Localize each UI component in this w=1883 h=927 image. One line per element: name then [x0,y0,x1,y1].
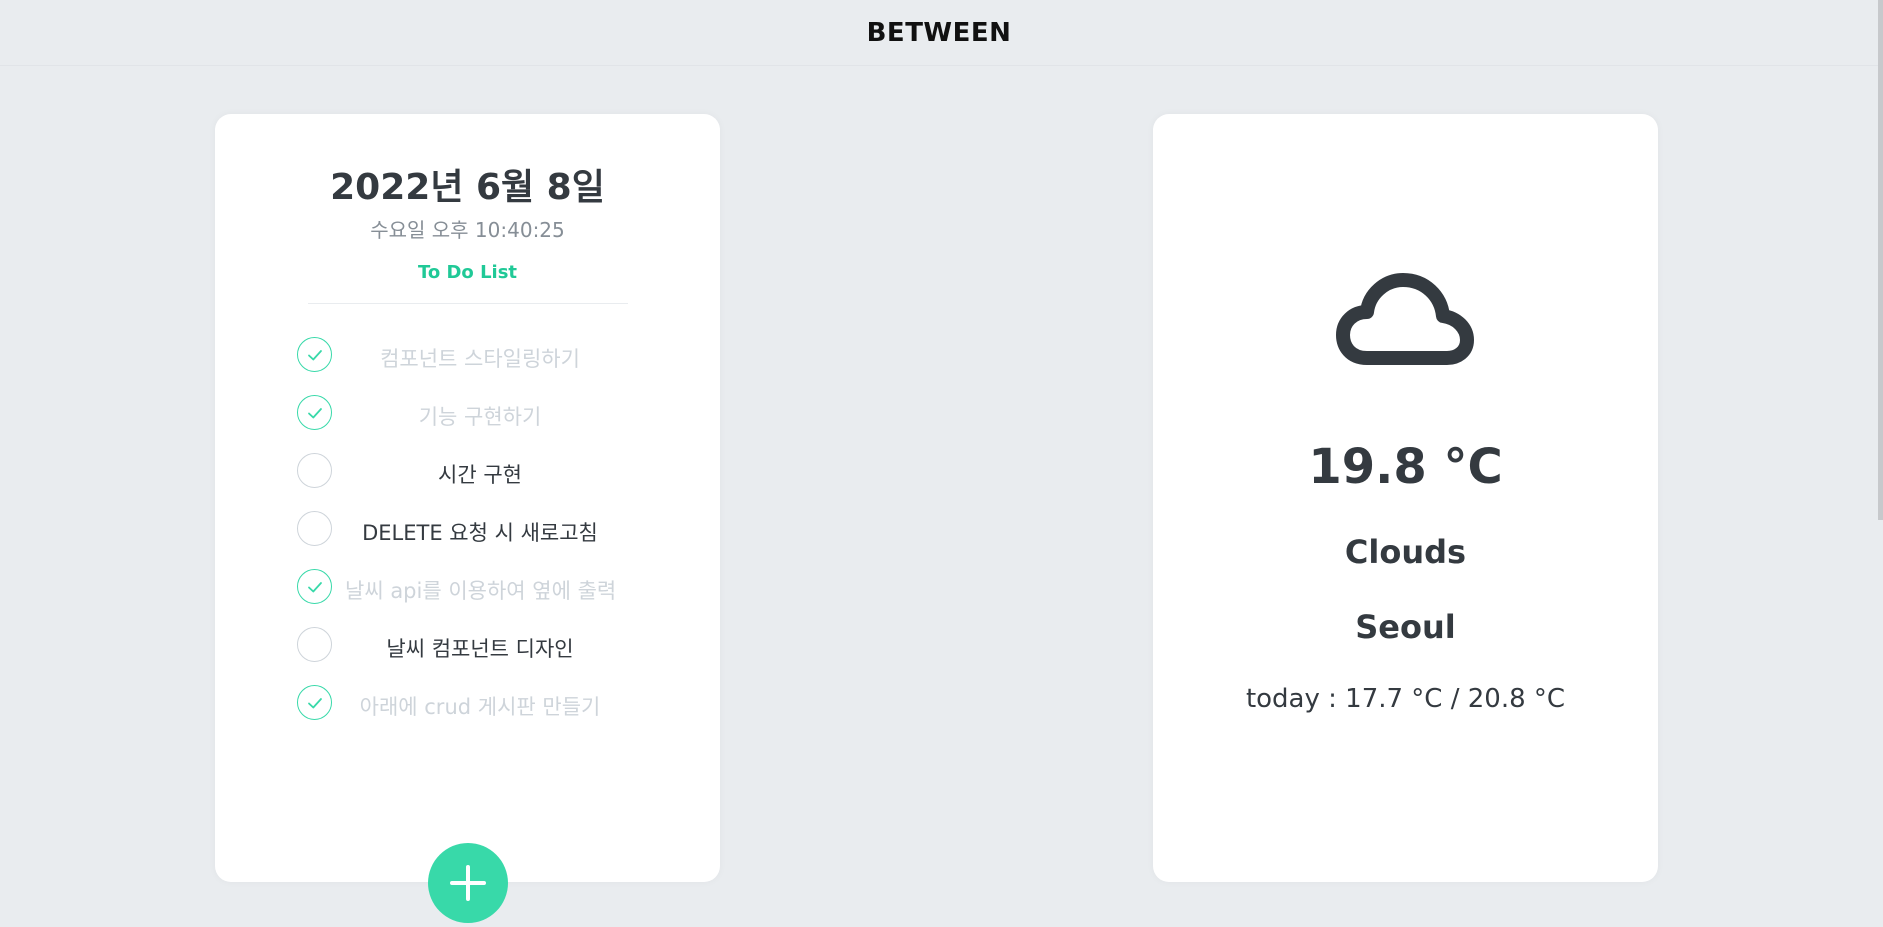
todo-item-text: 아래에 crud 게시판 만들기 [359,695,601,719]
app-title: BETWEEN [866,17,1012,48]
todo-day-time: 수요일 오후 10:40:25 [370,218,565,242]
todo-check-toggle[interactable] [297,511,332,546]
todo-item[interactable]: 날씨 컴포넌트 디자인 [215,625,720,665]
todo-date: 2022년 6월 8일 [330,167,605,208]
city-name: Seoul [1355,608,1456,646]
check-icon [307,581,322,592]
page: BETWEEN 2022년 6월 8일 수요일 오후 10:40:25 To D… [0,0,1883,927]
temperature-range: today : 17.7 °C / 20.8 °C [1245,684,1566,714]
todo-item[interactable]: DELETE 요청 시 새로고침 [215,509,720,549]
divider [308,303,628,304]
todo-list-title: To Do List [417,262,518,283]
todo-item-text: 컴포넌트 스타일링하기 [380,347,580,371]
scrollbar[interactable] [1878,0,1883,927]
todo-check-toggle[interactable] [297,685,332,720]
todo-item-text: 시간 구현 [438,463,522,487]
temperature: 19.8 °C [1308,439,1503,495]
todo-check-toggle[interactable] [297,453,332,488]
todo-item[interactable]: 시간 구현 [215,451,720,491]
weather-condition: Clouds [1344,533,1467,571]
todo-item-text: 날씨 api를 이용하여 옆에 출력 [345,579,617,603]
app-header: BETWEEN [0,0,1878,66]
todo-item[interactable]: 컴포넌트 스타일링하기 [215,335,720,375]
todo-item-text: DELETE 요청 시 새로고침 [362,521,598,545]
todo-item-text: 날씨 컴포넌트 디자인 [386,637,574,661]
todo-check-toggle[interactable] [297,395,332,430]
scrollbar-thumb[interactable] [1878,0,1883,520]
todo-item[interactable]: 기능 구현하기 [215,393,720,433]
add-todo-button[interactable] [428,843,508,923]
todo-item-text: 기능 구현하기 [418,405,542,429]
check-icon [307,349,322,360]
todo-card: 2022년 6월 8일 수요일 오후 10:40:25 To Do List 컴… [215,114,720,882]
check-icon [307,697,322,708]
check-icon [307,407,322,418]
plus-icon [450,865,486,901]
todo-check-toggle[interactable] [297,569,332,604]
todo-check-toggle[interactable] [297,337,332,372]
todo-item[interactable]: 날씨 api를 이용하여 옆에 출력 [215,567,720,607]
cloud-icon [1336,273,1474,365]
todo-item[interactable]: 아래에 crud 게시판 만들기 [215,683,720,723]
todo-check-toggle[interactable] [297,627,332,662]
weather-card: 19.8 °C Clouds Seoul today : 17.7 °C / 2… [1153,114,1658,882]
